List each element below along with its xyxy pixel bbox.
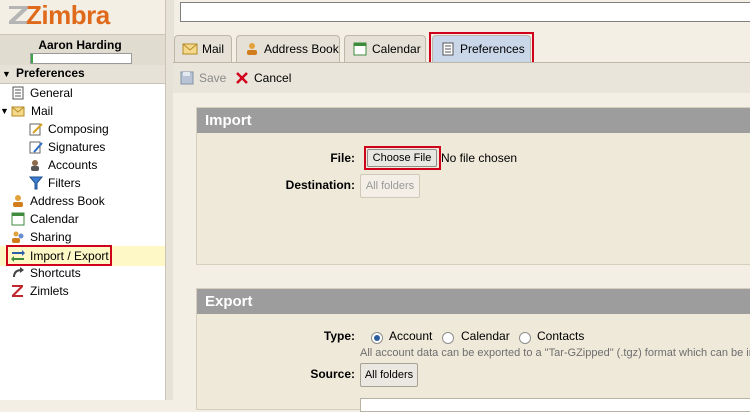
source-label: Source: [310,367,355,381]
sidebar-item-label: Accounts [48,158,98,172]
destination-folder-button[interactable]: All folders [360,174,420,198]
preferences-header[interactable]: ▼ Preferences [0,65,165,84]
sidebar-item-label: Signatures [48,140,106,154]
zimlets-z-icon [12,285,23,297]
type-option-account-label: Account [389,329,433,343]
user-name: Aaron Harding [38,38,122,52]
expand-triangle-icon[interactable]: ▼ [0,102,9,120]
search-input[interactable] [180,2,750,22]
sharing-people-icon [12,231,24,243]
sidebar-item-label: General [30,86,73,100]
tab-label: Mail [202,42,225,56]
calendar-icon [11,212,25,226]
destination-label: Destination: [285,178,355,192]
import-section: Import File: Choose File No file chosen … [196,107,750,265]
sidebar-item-label: Composing [48,122,109,136]
file-status-text: No file chosen [441,151,518,165]
type-option-contacts-label: Contacts [537,329,585,343]
sidebar-item-label: Shortcuts [30,266,81,280]
sidebar-item-label: Filters [48,176,81,190]
export-section: Export Type: Account Calendar Contacts A… [196,288,750,412]
content-area: Import File: Choose File No file chosen … [173,93,750,412]
cancel-x-icon [236,72,248,84]
import-section-title: Import [197,108,750,133]
import-export-highlight-box [6,245,112,266]
export-description-text: All account data can be exported to a "T… [360,347,750,359]
file-label: File: [330,151,355,165]
collapse-triangle-icon[interactable]: ▼ [2,69,11,79]
sidebar-item-label: Mail [31,104,54,118]
general-doc-icon [12,86,24,100]
mail-envelope-icon [11,106,25,117]
mail-envelope-icon [182,43,198,55]
type-option-calendar-label: Calendar [461,329,510,343]
type-radio-account[interactable] [371,332,383,344]
sidebar-item-label: Sharing [30,230,72,244]
user-info: Aaron Harding [0,34,165,66]
signature-pen-icon [29,141,43,154]
save-disk-icon [180,71,194,85]
tab-label: Address Book [264,42,339,56]
brand-logo-text: Zimbra [26,0,110,30]
logo-area: Zimbra [0,0,165,34]
export-section-title: Export [197,289,750,314]
sidebar-item-label: Calendar [30,212,79,226]
source-folder-button[interactable]: All folders [360,363,418,387]
quota-fill [31,54,33,63]
source-folder-list[interactable] [360,398,750,412]
tab-label: Calendar [372,42,421,56]
tab-mail[interactable]: Mail [174,35,232,62]
save-button-label: Save [199,71,227,85]
calendar-icon [353,42,367,56]
type-radio-contacts[interactable] [519,332,531,344]
sidebar-item-label: Zimlets [30,284,69,298]
quota-bar [30,53,132,64]
address-book-person-icon [13,195,23,207]
toolbar: Save Cancel [173,62,750,94]
tab-calendar[interactable]: Calendar [344,35,426,62]
address-book-person-icon [247,43,257,55]
shortcut-arrow-icon [13,267,24,278]
type-radio-calendar[interactable] [442,332,454,344]
filters-funnel-icon [29,176,43,190]
choose-file-button[interactable]: Choose File [367,149,437,167]
preferences-header-label: Preferences [16,66,85,80]
composing-pencil-icon [29,123,43,136]
cancel-button-label: Cancel [254,71,292,85]
accounts-person-icon [31,160,39,171]
sidebar-item-label: Address Book [30,194,105,208]
type-label: Type: [323,329,355,343]
tab-address-book[interactable]: Address Book [236,35,340,62]
left-panel: Zimbra Aaron Harding ▼ Preferences Gener… [0,0,165,400]
